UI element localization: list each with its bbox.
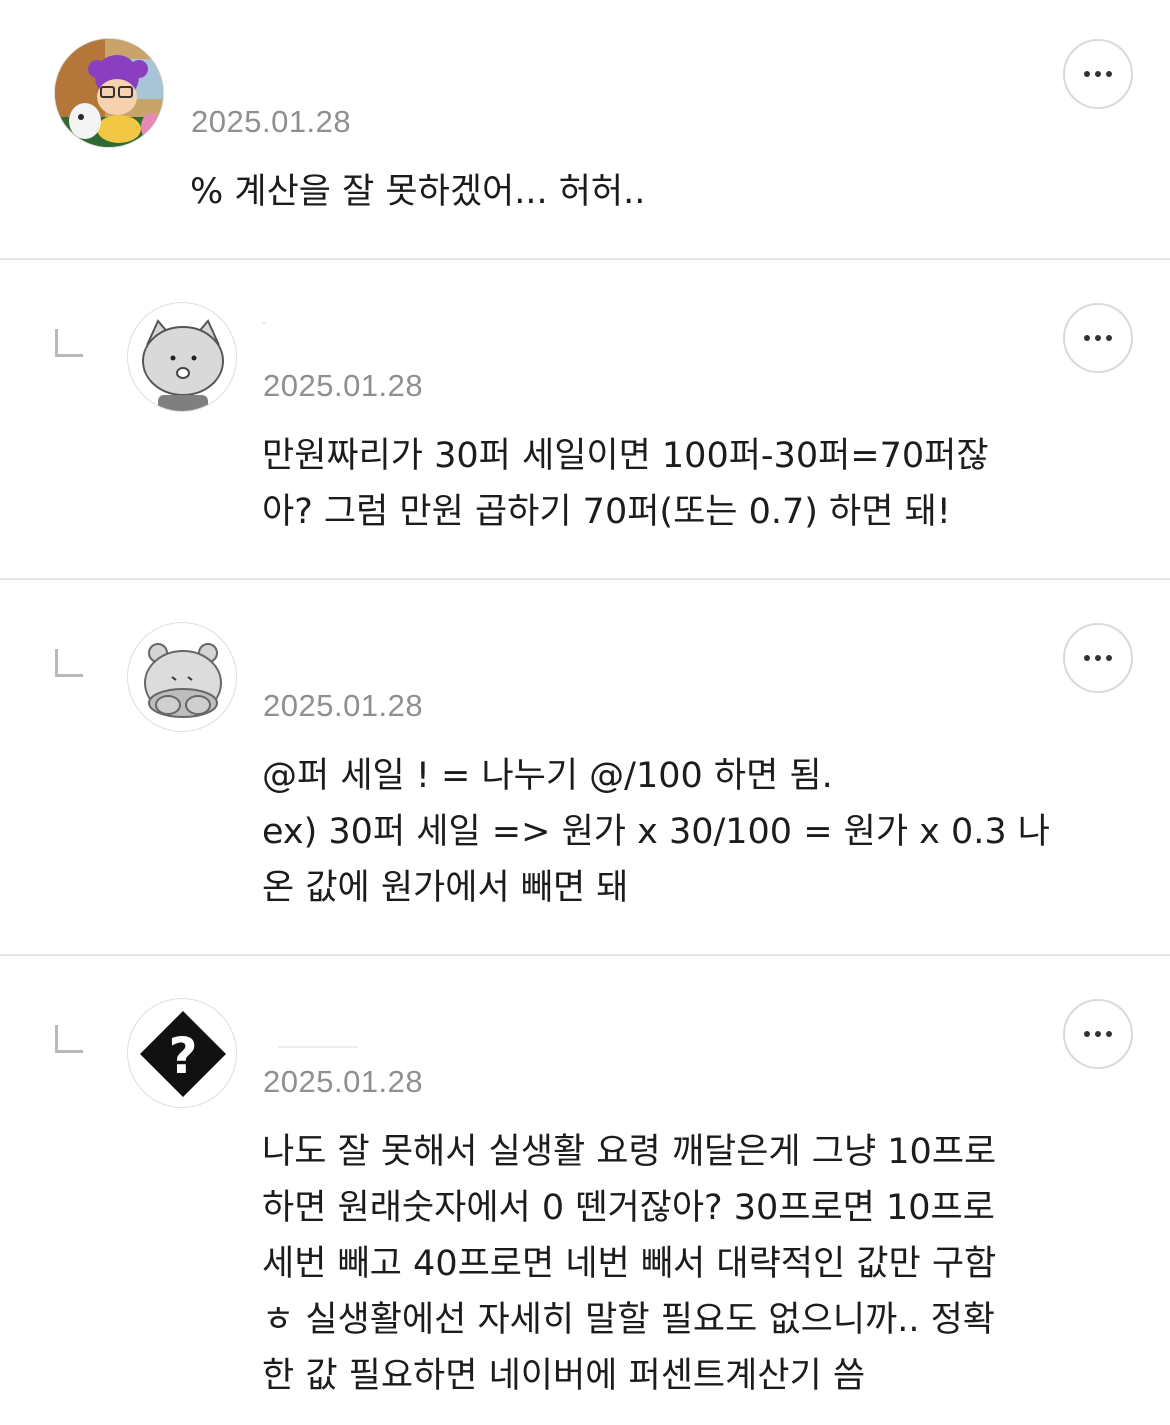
nickname-placeholder bbox=[278, 1046, 358, 1048]
gray-cat-avatar-icon bbox=[142, 319, 224, 411]
avatar[interactable]: ? bbox=[127, 998, 237, 1108]
ellipsis-icon bbox=[1084, 655, 1090, 661]
avatar[interactable] bbox=[127, 622, 237, 732]
nickname-placeholder bbox=[262, 322, 266, 324]
ellipsis-icon bbox=[1084, 1031, 1090, 1037]
reply-indent-icon bbox=[55, 329, 83, 357]
reply-indent-icon bbox=[55, 649, 83, 677]
ellipsis-icon bbox=[1084, 71, 1090, 77]
avatar[interactable] bbox=[54, 38, 164, 148]
divider bbox=[0, 258, 1170, 260]
comment-date: 2025.01.28 bbox=[263, 1064, 424, 1099]
cartoon-girl-avatar-icon bbox=[55, 39, 163, 147]
more-options-button[interactable] bbox=[1063, 999, 1133, 1069]
gray-bear-avatar-icon bbox=[144, 643, 222, 718]
more-options-button[interactable] bbox=[1063, 303, 1133, 373]
svg-text:?: ? bbox=[168, 1027, 197, 1085]
comment-text: 만원짜리가 30퍼 세일이면 100퍼-30퍼=70퍼잖 아? 그럼 만원 곱하… bbox=[262, 436, 989, 532]
divider bbox=[0, 578, 1170, 580]
comment-text: 나도 잘 못해서 실생활 요령 깨달은게 그냥 10프로 하면 원래숫자에서 0… bbox=[262, 1132, 997, 1396]
question-mark-diamond-icon: ? bbox=[140, 1011, 226, 1097]
more-options-button[interactable] bbox=[1063, 39, 1133, 109]
comment-date: 2025.01.28 bbox=[263, 688, 424, 723]
comment-date: 2025.01.28 bbox=[191, 104, 352, 139]
more-options-button[interactable] bbox=[1063, 623, 1133, 693]
comment-text: % 계산을 잘 못하겠어... 허허.. bbox=[190, 172, 646, 212]
comment-date: 2025.01.28 bbox=[263, 368, 424, 403]
avatar[interactable] bbox=[127, 302, 237, 412]
divider bbox=[0, 954, 1170, 956]
comment-text: @퍼 세일 ! = 나누기 @/100 하면 됨. ex) 30퍼 세일 => … bbox=[262, 756, 1051, 908]
ellipsis-icon bbox=[1084, 335, 1090, 341]
reply-indent-icon bbox=[55, 1025, 83, 1053]
